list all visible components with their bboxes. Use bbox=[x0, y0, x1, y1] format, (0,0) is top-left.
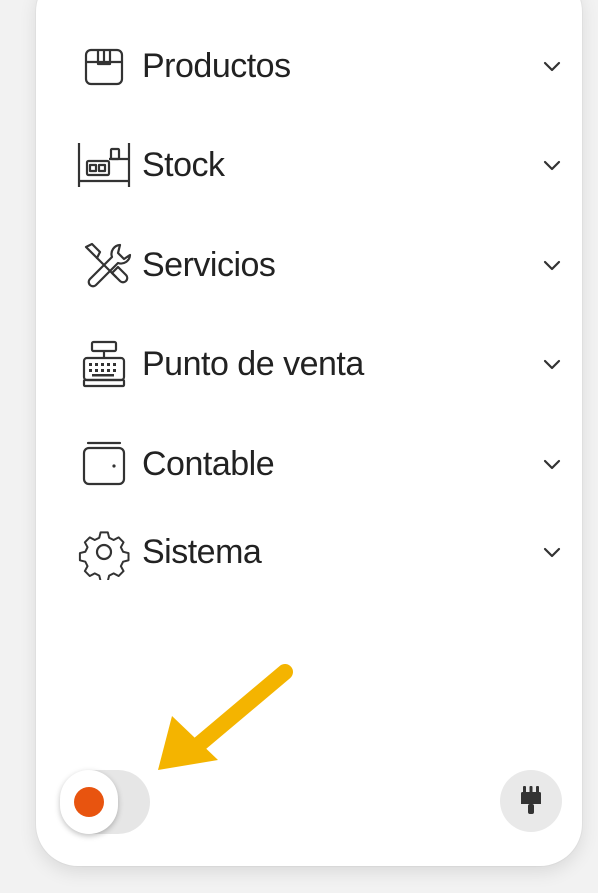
menu-item-label: Stock bbox=[142, 145, 225, 184]
menu-item-label: Productos bbox=[142, 46, 291, 85]
shelf-icon bbox=[76, 137, 132, 193]
menu-item-sistema[interactable]: Sistema bbox=[76, 522, 566, 582]
menu-item-label: Punto de venta bbox=[142, 344, 364, 383]
menu-item-label: Sistema bbox=[142, 532, 262, 571]
menu-item-stock[interactable]: Stock bbox=[76, 135, 566, 195]
menu-item-contable[interactable]: Contable bbox=[76, 434, 566, 494]
chevron-down-icon bbox=[543, 547, 561, 558]
theme-toggle[interactable] bbox=[60, 770, 150, 834]
chevron-down-icon bbox=[543, 260, 561, 271]
cash-register-icon bbox=[76, 336, 132, 392]
menu-item-productos[interactable]: Productos bbox=[76, 36, 566, 96]
paint-brush-icon bbox=[521, 786, 541, 814]
box-icon bbox=[76, 38, 132, 94]
menu-item-label: Contable bbox=[142, 444, 275, 483]
paint-brush-button[interactable] bbox=[500, 770, 562, 832]
chevron-down-icon bbox=[543, 160, 561, 171]
tools-icon bbox=[76, 237, 132, 293]
toggle-dot bbox=[74, 787, 104, 817]
gear-icon bbox=[76, 524, 132, 580]
chevron-down-icon bbox=[543, 459, 561, 470]
sidebar-panel bbox=[36, 0, 582, 866]
chevron-down-icon bbox=[543, 61, 561, 72]
menu-item-servicios[interactable]: Servicios bbox=[76, 235, 566, 295]
toggle-knob bbox=[60, 770, 118, 834]
menu-item-label: Servicios bbox=[142, 245, 276, 284]
menu-item-punto-de-venta[interactable]: Punto de venta bbox=[76, 334, 566, 394]
wallet-icon bbox=[76, 436, 132, 492]
chevron-down-icon bbox=[543, 359, 561, 370]
